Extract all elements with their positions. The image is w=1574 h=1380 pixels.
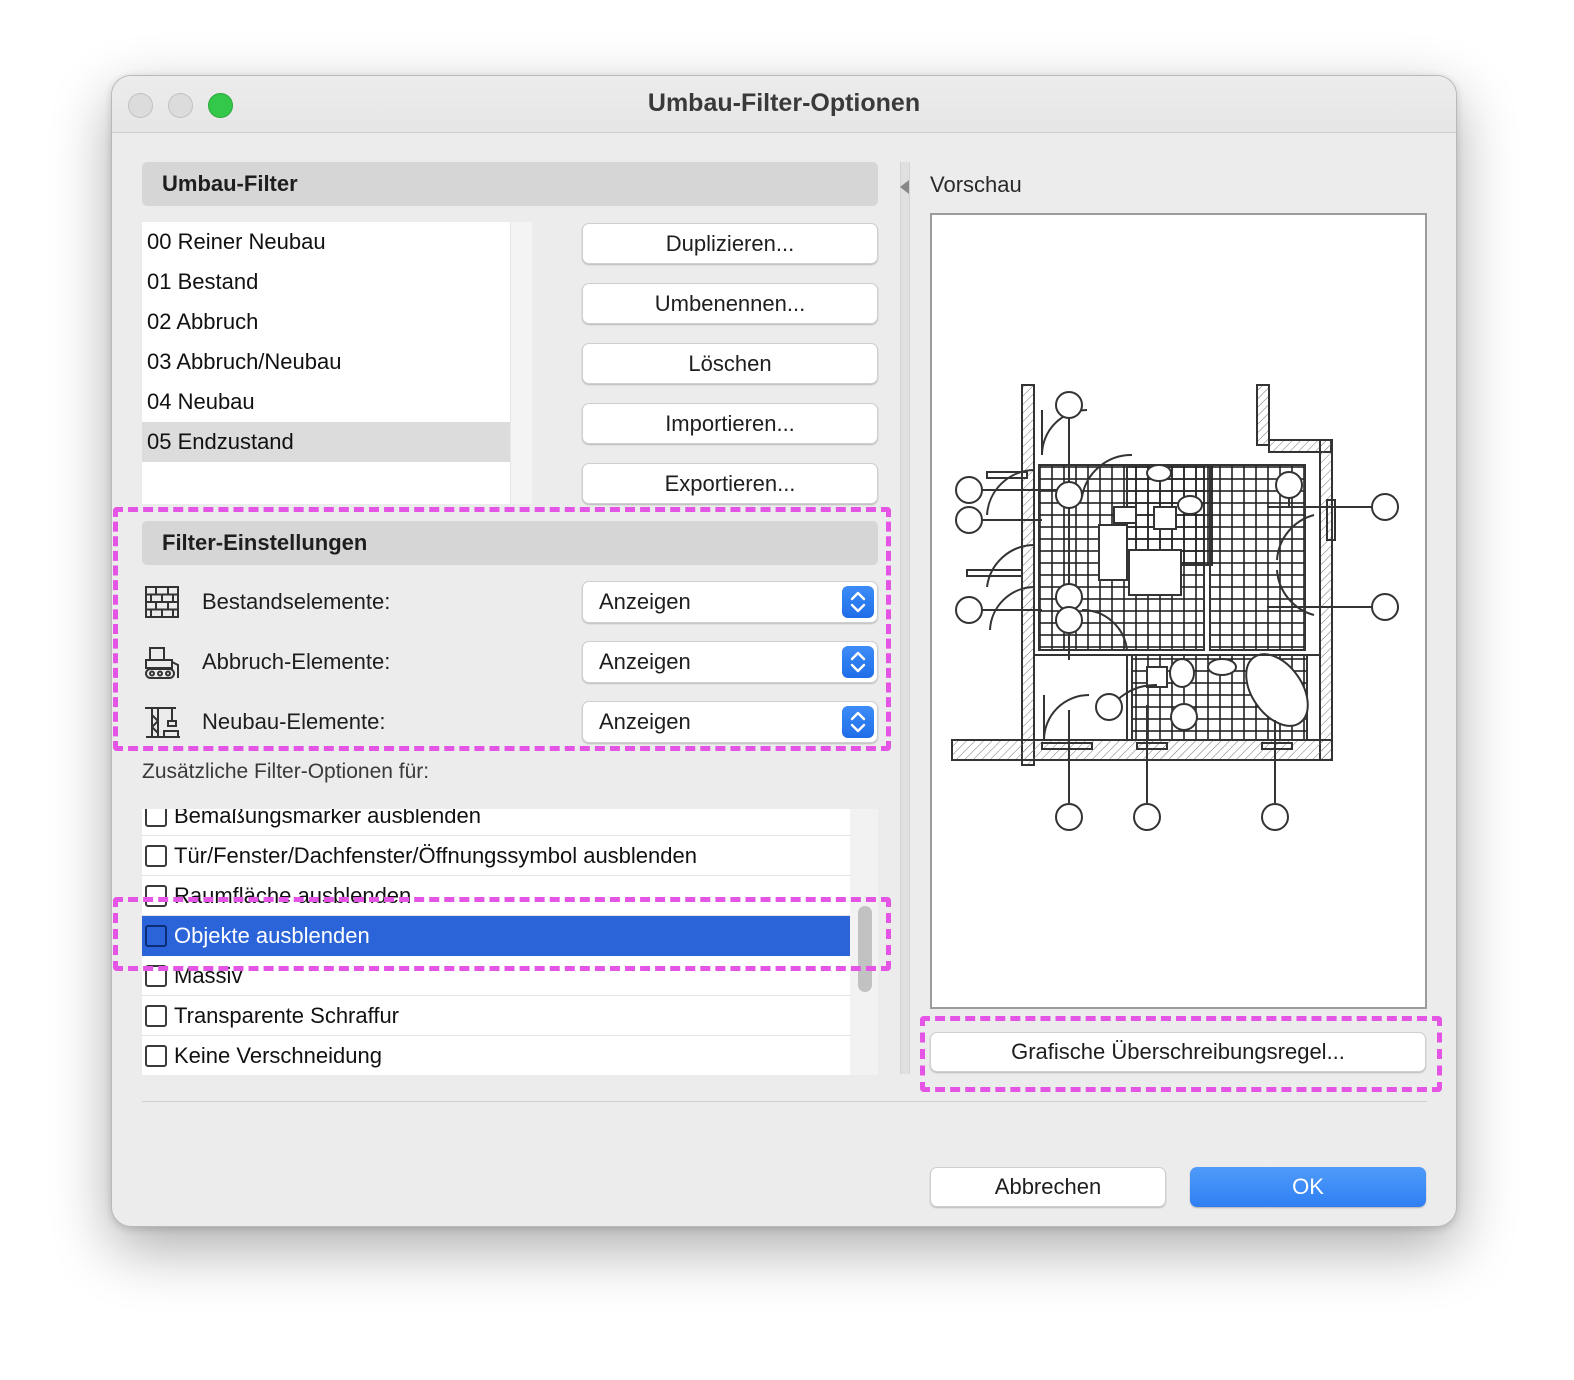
umbau-filter-list[interactable]: 00 Reiner Neubau 01 Bestand 02 Abbruch 0… (142, 222, 532, 504)
chevron-updown-icon (842, 706, 874, 738)
option-hide-dimension-markers[interactable]: Bemaßungsmarker ausblenden (142, 809, 850, 836)
floor-plan-preview (951, 384, 1399, 831)
rename-button[interactable]: Umbenennen... (582, 283, 878, 324)
checkbox[interactable] (145, 1005, 167, 1027)
option-label: Massiv (174, 963, 243, 988)
window-title: Umbau-Filter-Optionen (647, 89, 921, 117)
option-label: Raumfläche ausblenden (174, 883, 412, 908)
checkbox[interactable] (145, 965, 167, 987)
option-label: Tür/Fenster/Dachfenster/Öffnungssymbol a… (174, 843, 697, 868)
option-solid[interactable]: Massiv (142, 956, 850, 996)
additional-options-label: Zusätzliche Filter-Optionen für: (142, 760, 430, 783)
option-label: Objekte ausblenden (174, 923, 370, 948)
filter-list-scrollbar[interactable] (510, 222, 532, 504)
existing-elements-select[interactable]: Anzeigen (582, 581, 878, 623)
option-hide-objects-selected[interactable]: Objekte ausblenden (142, 916, 850, 956)
bulldozer-icon (145, 647, 179, 679)
option-label: Bemaßungsmarker ausblenden (174, 809, 481, 828)
export-button[interactable]: Exportieren... (582, 463, 878, 504)
chevron-updown-icon (842, 586, 874, 618)
cancel-button[interactable]: Abbrechen (930, 1167, 1166, 1207)
checkbox[interactable] (145, 925, 167, 947)
option-label: Keine Verschneidung (174, 1043, 382, 1068)
option-label: Transparente Schraffur (174, 1003, 400, 1028)
chevron-updown-icon (842, 646, 874, 678)
graphic-override-button[interactable]: Grafische Überschreibungsregel... (930, 1032, 1426, 1072)
filter-item-03[interactable]: 03 Abbruch/Neubau (142, 342, 510, 382)
footer-divider (142, 1101, 1427, 1102)
filter-item-04[interactable]: 04 Neubau (142, 382, 510, 422)
filter-item-05-selected[interactable]: 05 Endzustand (142, 422, 510, 462)
option-hide-opening-symbols[interactable]: Tür/Fenster/Dachfenster/Öffnungssymbol a… (142, 836, 850, 876)
preview-label: Vorschau (930, 172, 1022, 197)
crane-icon (145, 707, 180, 738)
demolition-elements-value: Anzeigen (599, 649, 691, 674)
checkbox[interactable] (145, 845, 167, 867)
options-scrollbar-thumb[interactable] (858, 906, 872, 992)
checkbox[interactable] (145, 885, 167, 907)
dialog-window: Umbau-Filter-Optionen Umbau-Filter 00 Re… (111, 75, 1457, 1227)
option-no-intersection[interactable]: Keine Verschneidung (142, 1036, 850, 1075)
filter-item-01[interactable]: 01 Bestand (142, 262, 510, 302)
checkbox[interactable] (145, 1045, 167, 1067)
filter-item-02[interactable]: 02 Abbruch (142, 302, 510, 342)
brick-wall-icon (145, 586, 179, 618)
umbau-filter-header: Umbau-Filter (142, 162, 878, 206)
duplicate-button[interactable]: Duplizieren... (582, 223, 878, 264)
option-hide-room-area[interactable]: Raumfläche ausblenden (142, 876, 850, 916)
new-elements-label: Neubau-Elemente: (202, 709, 386, 734)
demolition-elements-label: Abbruch-Elemente: (202, 649, 391, 674)
existing-elements-label: Bestandselemente: (202, 589, 391, 614)
new-elements-value: Anzeigen (599, 709, 691, 734)
demolition-elements-select[interactable]: Anzeigen (582, 641, 878, 683)
existing-elements-value: Anzeigen (599, 589, 691, 614)
checkbox[interactable] (145, 809, 167, 827)
delete-button[interactable]: Löschen (582, 343, 878, 384)
panel-splitter[interactable] (900, 162, 910, 1074)
ok-button[interactable]: OK (1190, 1167, 1426, 1207)
import-button[interactable]: Importieren... (582, 403, 878, 444)
preview-pane (930, 213, 1427, 1009)
option-transparent-hatch[interactable]: Transparente Schraffur (142, 996, 850, 1036)
additional-options-list[interactable]: Bemaßungsmarker ausblenden Tür/Fenster/D… (142, 809, 878, 1075)
title-bar: Umbau-Filter-Optionen (112, 76, 1456, 133)
collapse-arrow-icon[interactable] (900, 180, 909, 194)
filter-settings-header: Filter-Einstellungen (142, 521, 878, 565)
new-elements-select[interactable]: Anzeigen (582, 701, 878, 743)
filter-item-00[interactable]: 00 Reiner Neubau (142, 222, 510, 262)
